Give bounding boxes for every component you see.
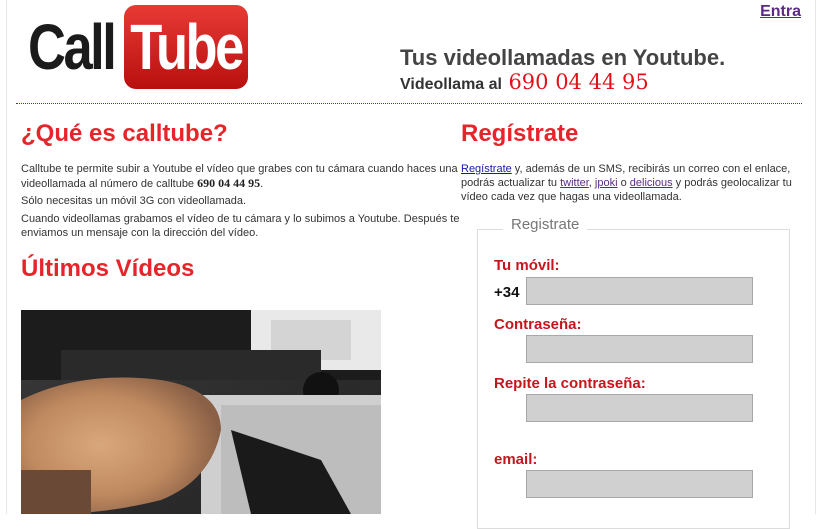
- video-frame-image: [21, 310, 381, 514]
- phone-number: 690 04 44 95: [508, 70, 649, 94]
- header-divider: [16, 103, 802, 104]
- about-title: ¿Qué es calltube?: [21, 120, 228, 147]
- video-thumbnail[interactable]: [21, 310, 381, 514]
- register-sep-2: o: [617, 177, 630, 189]
- calltube-logo[interactable]: Call Tube: [28, 4, 248, 90]
- about-p1-end: .: [260, 178, 264, 190]
- password-label: Contraseña:: [494, 316, 582, 333]
- email-input[interactable]: [526, 470, 753, 498]
- jpoki-link[interactable]: jpoki: [595, 177, 618, 189]
- tagline: Tus videollamadas en Youtube.: [400, 45, 726, 70]
- logo-tube-text: Tube: [130, 11, 244, 83]
- twitter-link[interactable]: twitter: [560, 177, 589, 189]
- about-p1-number: 690 04 44 95: [197, 176, 261, 190]
- about-paragraph-2: Sólo necesitas un móvil 3G con videollam…: [21, 195, 247, 207]
- email-label: email:: [494, 451, 538, 468]
- password-input[interactable]: [526, 335, 753, 363]
- register-title: Regístrate: [461, 120, 579, 147]
- login-link[interactable]: Entra: [760, 3, 801, 21]
- delicious-link[interactable]: delicious: [630, 177, 673, 189]
- call-line: Videollama al 690 04 44 95: [400, 70, 649, 94]
- repeat-password-label: Repite la contraseña:: [494, 375, 646, 392]
- logo-tube-box: Tube: [124, 5, 248, 89]
- about-paragraph-1: Calltube te permite subir a Youtube el v…: [21, 162, 461, 191]
- logo-call-text: Call: [28, 11, 117, 83]
- mobile-label: Tu móvil:: [494, 257, 560, 274]
- repeat-password-input[interactable]: [526, 394, 753, 422]
- mobile-input[interactable]: [526, 277, 753, 305]
- about-paragraph-3: Cuando videollamas grabamos el vídeo de …: [21, 213, 460, 239]
- mobile-prefix: +34: [494, 284, 520, 301]
- call-prefix: Videollama al: [400, 76, 502, 93]
- register-link[interactable]: Regístrate: [461, 163, 512, 175]
- register-form-legend: Registrate: [503, 216, 588, 233]
- register-description: Regístrate y, además de un SMS, recibirá…: [461, 162, 801, 204]
- videos-title: Últimos Vídeos: [21, 255, 195, 282]
